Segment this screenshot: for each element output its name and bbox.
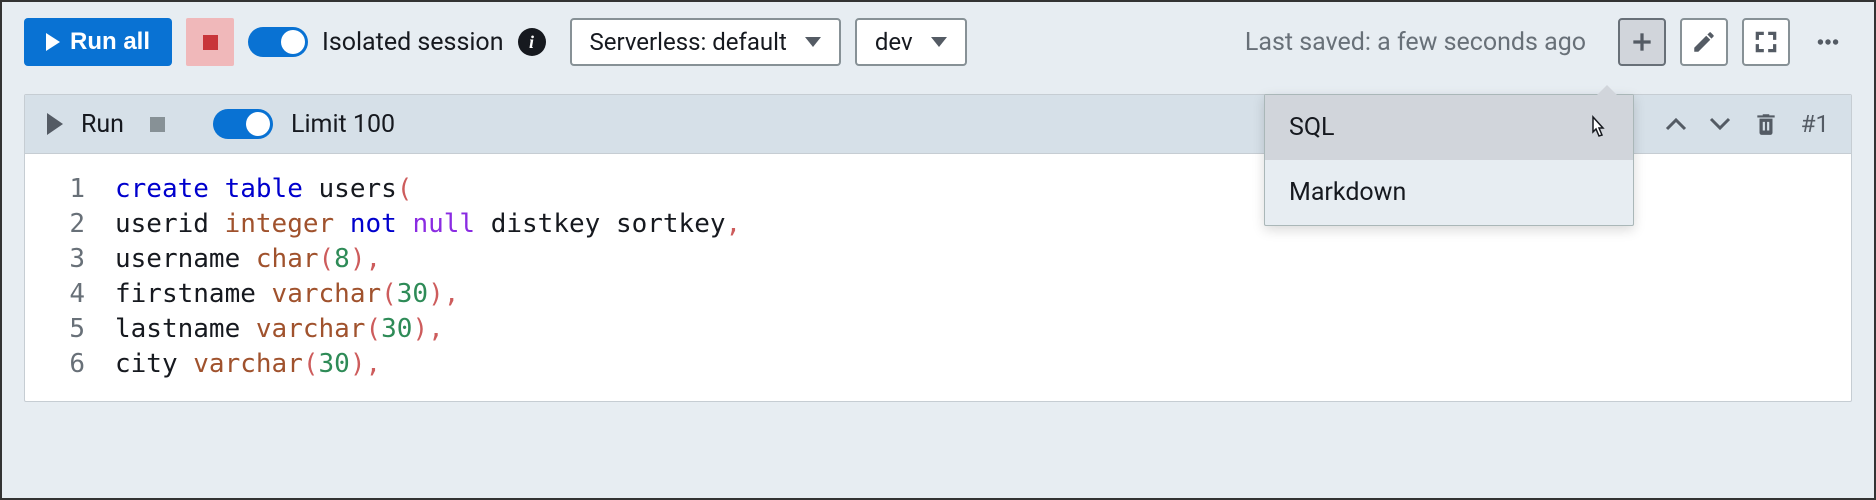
move-down-button[interactable] [1709,117,1731,131]
toggle-knob [246,112,270,136]
code-content[interactable]: lastname varchar(30), [115,312,444,347]
toggle-knob [281,30,305,54]
expand-button[interactable] [1742,18,1790,66]
code-content[interactable]: create table users( [115,172,412,207]
add-markdown-option[interactable]: Markdown [1265,160,1633,225]
line-number: 4 [25,277,115,312]
limit-label: Limit 100 [291,110,395,139]
cell-run-button[interactable]: Run [81,110,124,139]
line-number: 6 [25,347,115,382]
chevron-down-icon [931,37,947,47]
add-sql-option[interactable]: SQL [1265,95,1633,160]
more-icon [1815,29,1841,55]
line-number: 3 [25,242,115,277]
connection-dropdown[interactable]: Serverless: default [570,18,841,66]
cell-number: #1 [1801,110,1829,138]
top-toolbar: Run all Isolated session i Serverless: d… [2,2,1874,82]
database-label: dev [875,28,913,56]
chevron-down-icon [805,37,821,47]
code-content[interactable]: firstname varchar(30), [115,277,459,312]
code-content[interactable]: username char(8), [115,242,381,277]
info-icon[interactable]: i [518,28,546,56]
pencil-icon [1691,29,1717,55]
edit-button[interactable] [1680,18,1728,66]
limit-toggle[interactable] [213,109,273,139]
line-number: 2 [25,207,115,242]
plus-icon [1629,29,1655,55]
connection-label: Serverless: default [590,28,787,56]
cursor-icon [1585,114,1609,142]
expand-icon [1753,29,1779,55]
line-number: 1 [25,172,115,207]
code-content[interactable]: city varchar(30), [115,347,381,382]
add-cell-button[interactable] [1618,18,1666,66]
move-up-button[interactable] [1665,117,1687,131]
line-number: 5 [25,312,115,347]
menu-item-label: SQL [1289,113,1335,142]
code-content[interactable]: userid integer not null distkey sortkey, [115,207,741,242]
more-button[interactable] [1804,18,1852,66]
database-dropdown[interactable]: dev [855,18,967,66]
add-cell-menu: SQL Markdown [1264,94,1634,226]
cell-stop-button[interactable] [150,117,165,132]
play-icon[interactable] [47,113,63,135]
trash-icon[interactable] [1753,110,1779,138]
stop-icon [203,35,218,50]
play-icon [46,33,60,51]
run-all-label: Run all [70,28,150,56]
isolated-session-label: Isolated session [322,28,503,57]
stop-all-button[interactable] [186,18,234,66]
code-line: 3username char(8), [25,242,1851,277]
code-line: 4firstname varchar(30), [25,277,1851,312]
code-line: 5lastname varchar(30), [25,312,1851,347]
code-line: 6city varchar(30), [25,347,1851,382]
last-saved-text: Last saved: a few seconds ago [1245,28,1586,57]
menu-item-label: Markdown [1289,178,1406,207]
isolated-session-toggle[interactable] [248,27,308,57]
run-all-button[interactable]: Run all [24,18,172,66]
